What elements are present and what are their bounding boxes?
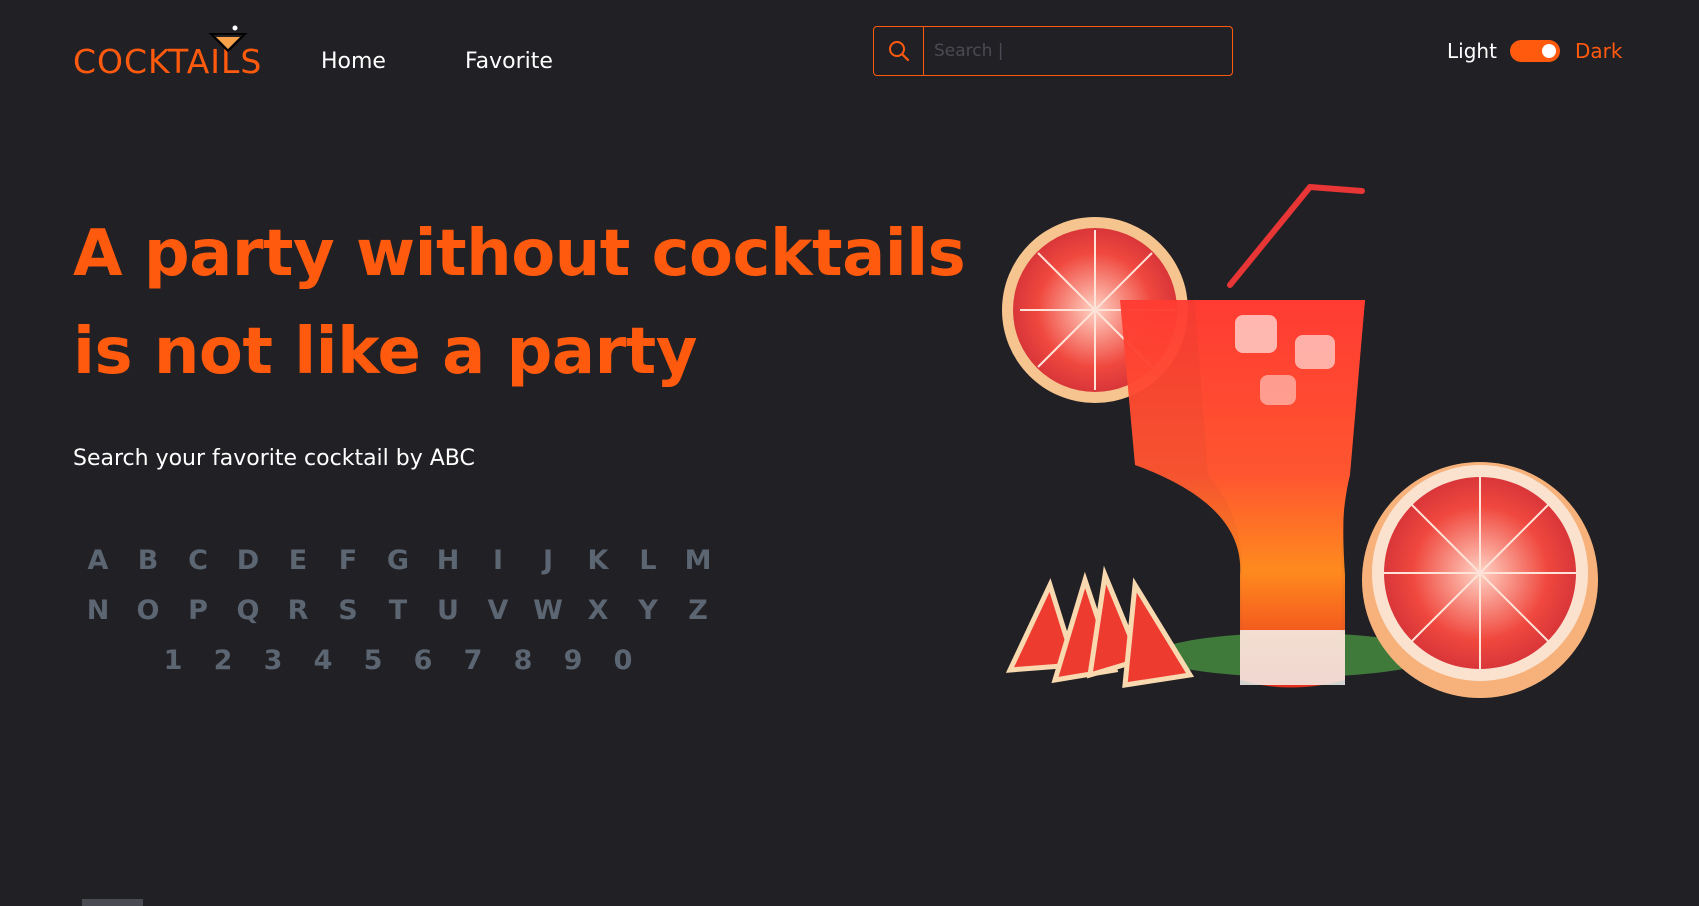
digit-5[interactable]: 5 <box>348 645 398 676</box>
letter-i[interactable]: I <box>473 545 523 576</box>
digit-2[interactable]: 2 <box>198 645 248 676</box>
search-button[interactable] <box>874 27 924 75</box>
martini-glass-icon <box>208 25 248 52</box>
digit-4[interactable]: 4 <box>298 645 348 676</box>
nav-favorite[interactable]: Favorite <box>465 49 553 74</box>
letter-u[interactable]: U <box>423 595 473 626</box>
letter-j[interactable]: J <box>523 545 573 576</box>
letter-d[interactable]: D <box>223 545 273 576</box>
letter-h[interactable]: H <box>423 545 473 576</box>
hero-title: A party without cocktails is not like a … <box>73 205 973 401</box>
hero-title-line2: is not like a party <box>73 315 697 389</box>
letter-c[interactable]: C <box>173 545 223 576</box>
letter-z[interactable]: Z <box>673 595 723 626</box>
scroll-indicator <box>82 899 143 906</box>
abc-row-2: N O P Q R S T U V W X Y Z <box>73 585 723 635</box>
digit-9[interactable]: 9 <box>548 645 598 676</box>
letter-q[interactable]: Q <box>223 595 273 626</box>
hero-title-line1: A party without cocktails <box>73 217 966 291</box>
theme-dark-label: Dark <box>1575 39 1623 63</box>
abc-index: A B C D E F G H I J K L M N O P Q R S T … <box>73 535 723 685</box>
letter-w[interactable]: W <box>523 595 573 626</box>
nav-home[interactable]: Home <box>321 49 386 74</box>
search-input[interactable] <box>924 27 1232 75</box>
digit-7[interactable]: 7 <box>448 645 498 676</box>
abc-row-1: A B C D E F G H I J K L M <box>73 535 723 585</box>
cocktail-illustration-icon <box>1002 184 1598 698</box>
digit-1[interactable]: 1 <box>148 645 198 676</box>
letter-s[interactable]: S <box>323 595 373 626</box>
letter-y[interactable]: Y <box>623 595 673 626</box>
letter-x[interactable]: X <box>573 595 623 626</box>
letter-a[interactable]: A <box>73 545 123 576</box>
letter-k[interactable]: K <box>573 545 623 576</box>
digit-0[interactable]: 0 <box>598 645 648 676</box>
abc-row-3: 1 2 3 4 5 6 7 8 9 0 <box>73 635 723 685</box>
letter-b[interactable]: B <box>123 545 173 576</box>
letter-r[interactable]: R <box>273 595 323 626</box>
toggle-knob <box>1542 44 1556 58</box>
letter-n[interactable]: N <box>73 595 123 626</box>
abc-subtitle: Search your favorite cocktail by ABC <box>73 446 475 471</box>
letter-p[interactable]: P <box>173 595 223 626</box>
letter-t[interactable]: T <box>373 595 423 626</box>
letter-o[interactable]: O <box>123 595 173 626</box>
letter-f[interactable]: F <box>323 545 373 576</box>
theme-light-label: Light <box>1447 39 1497 63</box>
theme-toggle[interactable] <box>1510 40 1560 62</box>
letter-m[interactable]: M <box>673 545 723 576</box>
letter-v[interactable]: V <box>473 595 523 626</box>
digit-3[interactable]: 3 <box>248 645 298 676</box>
letter-l[interactable]: L <box>623 545 673 576</box>
letter-g[interactable]: G <box>373 545 423 576</box>
search-bar <box>873 26 1233 76</box>
letter-e[interactable]: E <box>273 545 323 576</box>
digit-8[interactable]: 8 <box>498 645 548 676</box>
search-icon <box>888 41 909 62</box>
digit-6[interactable]: 6 <box>398 645 448 676</box>
